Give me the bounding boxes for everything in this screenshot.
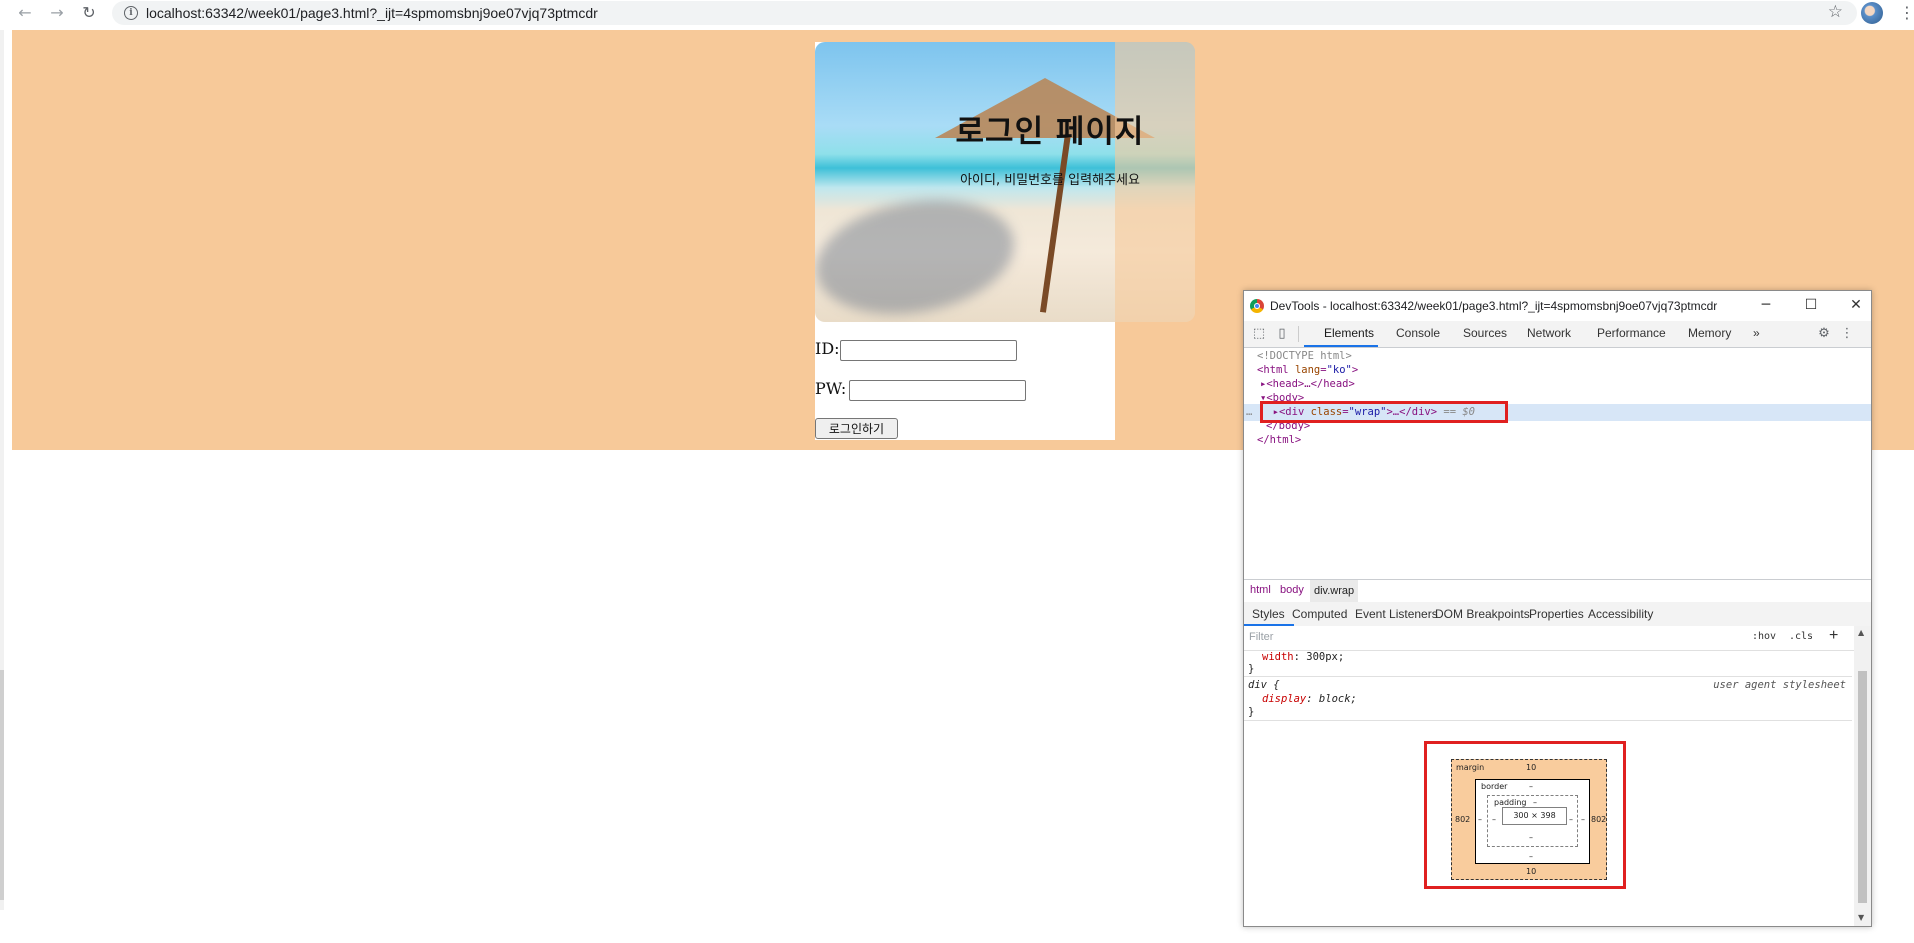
pw-input[interactable] [849,380,1026,401]
tab-sources[interactable]: Sources [1463,326,1507,340]
margin-right-value[interactable]: 802 [1591,815,1606,824]
sidebar-tabs: Styles Computed Event Listeners DOM Brea… [1244,602,1871,627]
scroll-down-icon[interactable]: ▼ [1858,913,1864,922]
minimize-icon[interactable]: ─ [1752,295,1780,315]
tab-styles[interactable]: Styles [1252,607,1285,621]
scroll-up-icon[interactable]: ▲ [1858,628,1864,637]
address-bar[interactable]: i localhost:63342/week01/page3.html?_ijt… [112,1,1857,25]
border-top-value[interactable]: – [1529,782,1533,791]
margin-top-value[interactable]: 10 [1526,763,1536,772]
chrome-logo-icon [1250,299,1264,313]
margin-left-value[interactable]: 802 [1455,815,1470,824]
umbrella-pole [1039,133,1071,313]
breadcrumb-html[interactable]: html [1250,584,1271,596]
url-text[interactable]: localhost:63342/week01/page3.html?_ijt=4… [146,5,598,21]
page-scrollbar-thumb[interactable] [0,670,4,900]
styles-scrollbar-thumb[interactable] [1858,671,1867,903]
device-toggle-icon[interactable]: ▯ [1274,326,1290,342]
browser-menu-icon[interactable]: ⋮ [1899,3,1914,23]
add-rule-icon[interactable]: + [1829,627,1838,645]
bookmark-star-icon[interactable]: ☆ [1828,2,1843,22]
pw-label: PW: [815,379,847,398]
margin-label: margin [1456,763,1485,772]
border-left-value[interactable]: – [1478,815,1482,824]
padding-left-value[interactable]: – [1492,815,1496,824]
tab-dom-breakpoints[interactable]: DOM Breakpoints [1435,607,1530,621]
rule-divider [1244,676,1852,677]
page-title: 로그인 페이지 [955,114,1145,150]
styles-pane: width: 300px; } div { user agent stylesh… [1244,651,1852,751]
tab-elements[interactable]: Elements [1324,326,1374,340]
page-scrollbar[interactable] [0,30,4,910]
toolbar-divider [1298,326,1299,342]
inspect-element-icon[interactable]: ⬚ [1251,326,1267,342]
tab-performance[interactable]: Performance [1597,326,1666,340]
close-icon[interactable]: ✕ [1842,295,1870,315]
styles-filter-row: Filter :hov .cls + [1244,626,1854,651]
border-label: border [1481,782,1508,791]
cls-toggle[interactable]: .cls [1789,631,1813,642]
css-close-brace: } [1248,706,1255,718]
dom-tree: <!DOCTYPE html> <html lang="ko"> ▸<head>… [1244,348,1871,548]
id-input[interactable] [840,340,1017,361]
browser-toolbar: ← → ↻ i localhost:63342/week01/page3.htm… [0,0,1914,27]
rule-divider [1244,720,1852,721]
devtools-window: DevTools - localhost:63342/week01/page3.… [1243,290,1872,927]
profile-avatar[interactable] [1861,2,1883,24]
devtools-toolbar: ⬚ ▯ Elements Console Sources Network Per… [1244,321,1871,348]
devtools-title: DevTools - localhost:63342/week01/page3.… [1270,299,1718,313]
breadcrumb-div-wrap[interactable]: div.wrap [1310,580,1359,602]
user-agent-label: user agent stylesheet [1713,679,1846,691]
styles-filter-input[interactable]: Filter [1249,631,1273,643]
css-width-rule[interactable]: width: 300px; [1262,651,1344,663]
padding-label: padding [1494,798,1527,807]
padding-right-value[interactable]: – [1569,815,1573,824]
tab-memory[interactable]: Memory [1688,326,1731,340]
css-div-selector[interactable]: div { [1248,679,1280,691]
breadcrumb-body[interactable]: body [1280,584,1304,596]
reload-icon[interactable]: ↻ [79,3,99,23]
tab-event-listeners[interactable]: Event Listeners [1355,607,1438,621]
tab-computed[interactable]: Computed [1292,607,1347,621]
styles-scrollbar[interactable]: ▲ ▼ [1854,626,1871,926]
padding-bottom-value[interactable]: – [1529,833,1533,842]
devtools-titlebar: DevTools - localhost:63342/week01/page3.… [1244,291,1871,321]
devtools-menu-icon[interactable]: ⋮ [1839,326,1855,342]
back-icon[interactable]: ← [15,3,35,23]
breadcrumb: html body div.wrap [1244,579,1871,603]
more-tabs-icon[interactable]: » [1753,326,1760,340]
info-icon[interactable]: i [124,6,138,20]
border-right-value[interactable]: – [1581,815,1585,824]
hov-toggle[interactable]: :hov [1752,631,1776,642]
css-display-rule[interactable]: display: block; [1262,693,1357,705]
margin-bottom-value[interactable]: 10 [1526,867,1536,876]
hero-image: 로그인 페이지 아이디, 비밀번호를 입력해주세요 [815,42,1195,322]
forward-icon[interactable]: → [47,3,67,23]
tab-accessibility[interactable]: Accessibility [1588,607,1653,621]
dom-html-close[interactable]: </html> [1257,432,1301,449]
page-subtitle: 아이디, 비밀번호를 입력해주세요 [960,173,1140,188]
css-close-brace: } [1248,663,1255,675]
palm-shadow [815,185,1024,322]
tab-console[interactable]: Console [1396,326,1440,340]
border-bottom-value[interactable]: – [1529,852,1533,861]
tab-network[interactable]: Network [1527,326,1571,340]
settings-gear-icon[interactable]: ⚙ [1816,326,1832,342]
tab-properties[interactable]: Properties [1529,607,1584,621]
selection-highlight [1260,401,1508,423]
login-button[interactable]: 로그인하기 [815,418,898,439]
maximize-icon[interactable]: ☐ [1797,295,1825,315]
id-label: ID: [815,339,840,358]
padding-top-value[interactable]: – [1533,798,1537,807]
active-tab-indicator [1304,345,1378,347]
